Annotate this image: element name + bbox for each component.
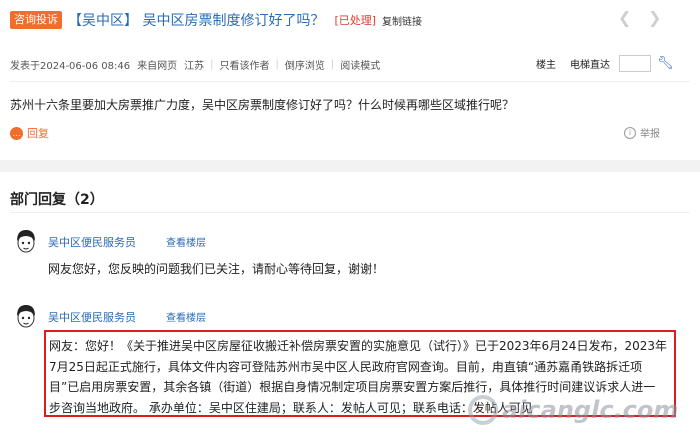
avatar[interactable] (14, 229, 38, 255)
read-mode-link[interactable]: 阅读模式 (340, 57, 380, 72)
floor-input[interactable] (619, 55, 651, 72)
department-replies: 部门回复（2） 吴中区便民服务员 查看楼层 网友您好，您反映的问题我们已关注，请… (0, 172, 700, 435)
floor-jump: 楼主 电梯直达 🔧︎ (536, 55, 674, 72)
reply-line: 目”已启用房票安置，其余各镇（街道）根据自身情况制定项目房票安置方案后推行，具体… (49, 380, 656, 394)
wrench-jump-icon[interactable]: 🔧︎ (657, 56, 674, 71)
reply-line: 7月25日起正式施行，具体文件内容可登陆苏州市吴中区人民政府官网查询。目前，甪直… (49, 359, 643, 374)
post-title[interactable]: 【吴中区】 吴中区房票制度修订好了吗？ (68, 10, 324, 30)
reply-line: 步咨询当地政府。 承办单位：吴中区住建局；联系人：发帖人可见；联系电话：发帖人可… (49, 400, 533, 415)
avatar[interactable] (14, 304, 38, 330)
reply-label: 回复 (27, 127, 49, 140)
meta-separator: | (330, 59, 335, 70)
post-title-row: 咨询投诉 【吴中区】 吴中区房票制度修订好了吗？ [已处理] 复制链接 (10, 9, 422, 31)
divider (10, 212, 690, 213)
view-floor-link[interactable]: 查看楼层 (166, 309, 206, 324)
status-badge: [已处理] (334, 14, 377, 27)
reverse-view-link[interactable]: 倒序浏览 (285, 57, 325, 72)
report-button[interactable]: i 举报 (624, 125, 660, 140)
copy-link-button[interactable]: 复制链接 (382, 13, 422, 28)
meta-separator: | (210, 59, 214, 70)
post-body: 苏州十六条里要加大房票推广力度，吴中区房票制度修订好了吗？什么时候再哪些区域推行… (10, 98, 515, 112)
reply-line: 网友：您好！《关于推进吴中区房屋征收搬迁补偿房票安置的实施意见（试行）》已于20… (49, 339, 667, 353)
reply-text: 网友您好，您反映的问题我们已关注，请耐心等待回复，谢谢！ (48, 262, 385, 276)
chevron-left-icon[interactable]: ❮ (618, 10, 631, 26)
chevron-right-icon[interactable]: ❯ (648, 10, 661, 26)
post-meta: 发表于2024-06-06 08:46 来自网页 江苏 | 只看该作者 | 倒序… (10, 57, 380, 72)
meta-separator: | (275, 59, 279, 70)
post-region: 江苏 (184, 61, 205, 72)
author-only-link[interactable]: 只看该作者 (220, 57, 270, 72)
reply-bubble-icon: … (10, 126, 23, 140)
reply-button[interactable]: … 回复 (10, 125, 49, 141)
owner-label: 楼主 (536, 60, 556, 71)
section-title: 部门回复（2） (10, 192, 104, 208)
post-source: 来自网页 (137, 61, 178, 72)
post-date: 发表于2024-06-06 08:46 (10, 61, 131, 72)
post-card: 咨询投诉 【吴中区】 吴中区房票制度修订好了吗？ [已处理] 复制链接 ❮ ❯ … (0, 0, 700, 160)
jump-label: 电梯直达 (570, 60, 610, 71)
highlighted-reply: 网友：您好！《关于推进吴中区房屋征收搬迁补偿房票安置的实施意见（试行）》已于20… (44, 330, 676, 417)
view-floor-link[interactable]: 查看楼层 (166, 234, 206, 249)
info-icon: i (624, 126, 636, 139)
reply-author[interactable]: 吴中区便民服务员 (48, 234, 136, 250)
report-label: 举报 (640, 129, 660, 140)
category-tag[interactable]: 咨询投诉 (10, 11, 62, 29)
reply-author[interactable]: 吴中区便民服务员 (48, 309, 136, 325)
divider (10, 81, 690, 82)
